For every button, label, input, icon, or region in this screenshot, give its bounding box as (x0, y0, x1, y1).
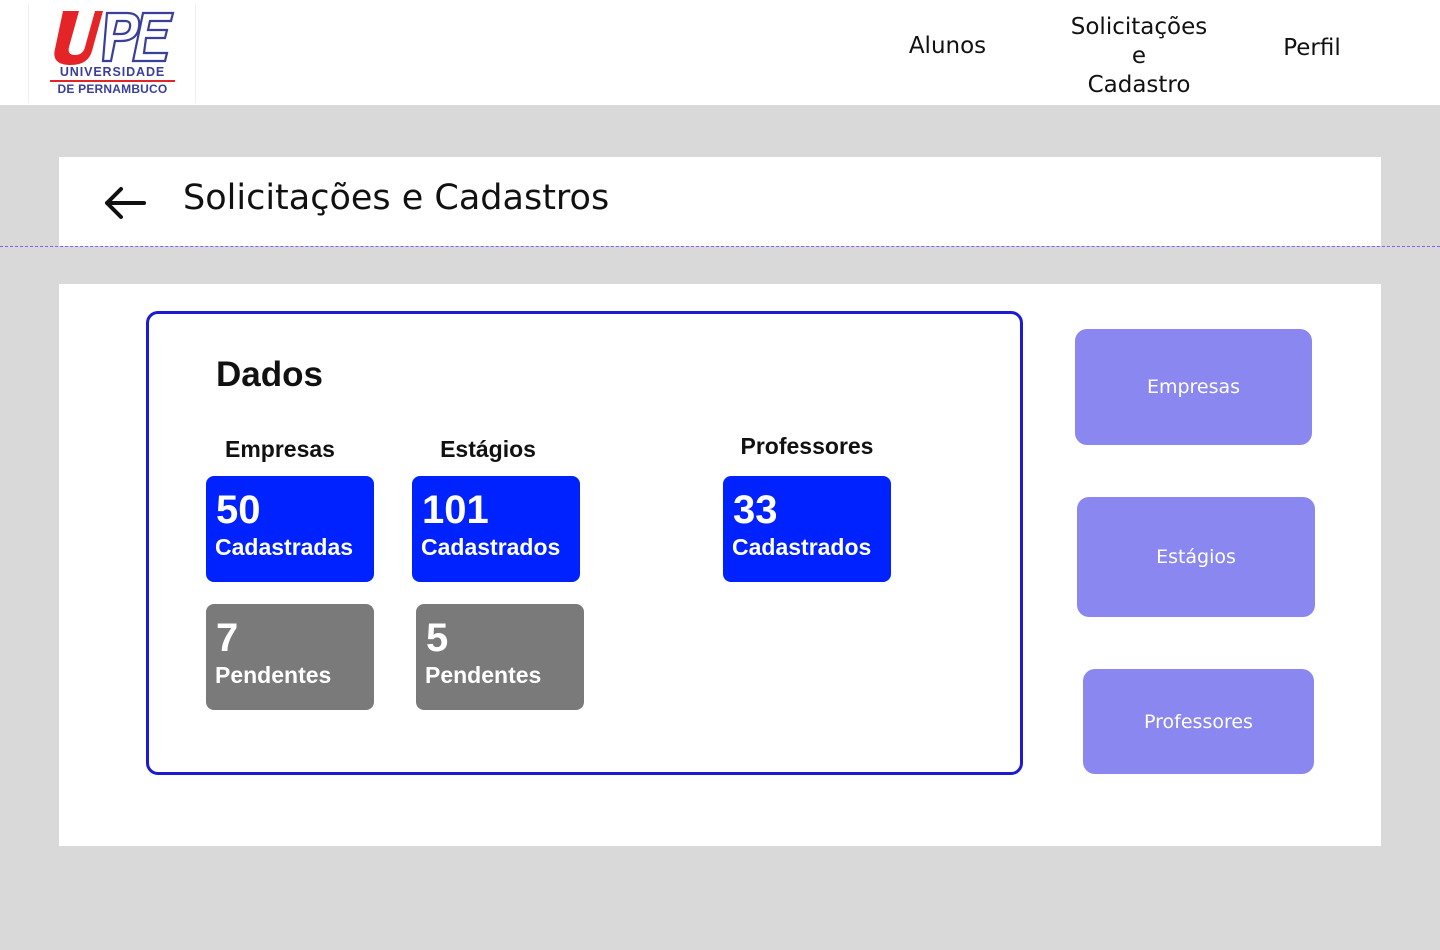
upe-logo[interactable]: UNIVERSIDADE DE PERNAMBUCO (28, 4, 196, 103)
stat-value: 7 (216, 616, 239, 660)
nav-solicitacoes-line1: Solicitações (1070, 14, 1208, 40)
logo-text-pernambuco: DE PERNAMBUCO (57, 82, 168, 96)
logo-text-universidade: UNIVERSIDADE (59, 65, 166, 79)
stat-label: Pendentes (215, 662, 332, 688)
top-navbar: UNIVERSIDADE DE PERNAMBUCO Alunos Solici… (0, 0, 1440, 105)
dados-title: Dados (216, 355, 323, 394)
stat-value: 33 (733, 488, 778, 532)
professores-button[interactable]: Professores (1083, 669, 1314, 774)
nav-solicitacoes-cadastro[interactable]: Solicitações e Cadastro (1060, 13, 1218, 100)
arrow-left-icon[interactable] (102, 185, 146, 221)
stat-value: 5 (426, 616, 449, 660)
professores-cadastrados-stat[interactable]: 33 Cadastrados (723, 476, 891, 582)
stat-label: Pendentes (425, 662, 542, 688)
section-divider (0, 246, 1440, 247)
estagios-pendentes-stat[interactable]: 5 Pendentes (416, 604, 584, 710)
empresas-button[interactable]: Empresas (1075, 329, 1312, 445)
estagios-label: Estágios (440, 436, 536, 462)
upe-logo-mark (54, 11, 175, 65)
empresas-label: Empresas (225, 436, 335, 462)
estagios-button[interactable]: Estágios (1077, 497, 1315, 617)
nav-alunos[interactable]: Alunos (900, 33, 995, 59)
stat-label: Cadastrados (732, 534, 872, 560)
stat-label: Cadastrados (421, 534, 561, 560)
empresas-pendentes-stat[interactable]: 7 Pendentes (206, 604, 374, 710)
nav-solicitacoes-line2: e (1131, 43, 1147, 69)
empresas-cadastradas-stat[interactable]: 50 Cadastradas (206, 476, 374, 582)
page-title: Solicitações e Cadastros (183, 178, 610, 218)
stat-value: 50 (216, 488, 261, 532)
stat-label: Cadastradas (215, 534, 354, 560)
stat-value: 101 (422, 488, 489, 532)
nav-perfil[interactable]: Perfil (1270, 35, 1354, 61)
professores-label: Professores (740, 433, 874, 459)
estagios-cadastrados-stat[interactable]: 101 Cadastrados (412, 476, 580, 582)
nav-solicitacoes-line3: Cadastro (1087, 72, 1191, 98)
